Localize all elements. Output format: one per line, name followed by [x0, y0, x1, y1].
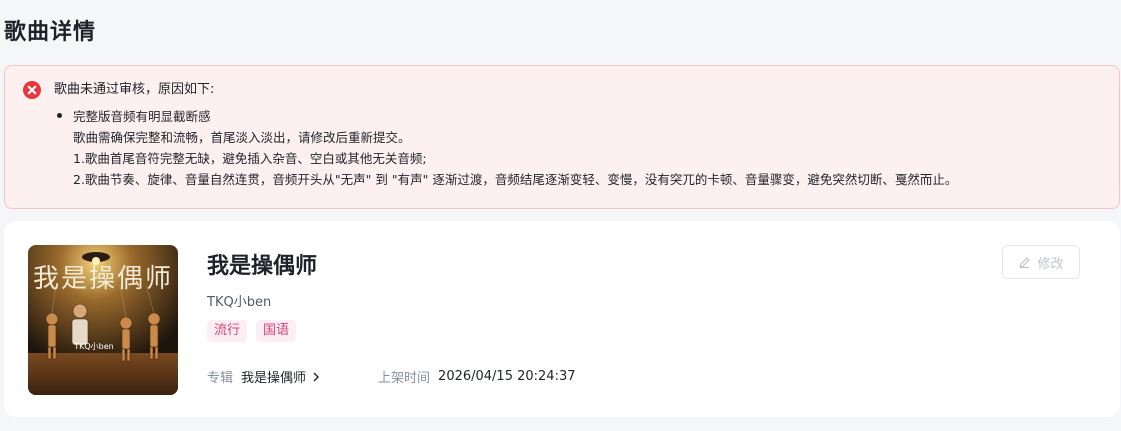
- genre-tag: 流行: [207, 320, 248, 342]
- meta-row: 专辑 我是操偶师 上架时间 2026/04/15 20:24:37: [207, 367, 576, 386]
- album-link[interactable]: 我是操偶师: [241, 367, 320, 386]
- cover-credit: TKQ小ben: [73, 342, 114, 351]
- reason-detail: 1.歌曲首尾音符完整无缺，避免插入杂音、空白或其他无关音频;: [73, 151, 427, 166]
- song-title: 我是操偶师: [207, 254, 318, 279]
- album-value: 我是操偶师: [241, 371, 307, 386]
- release-label: 上架时间: [378, 371, 431, 386]
- reason-heading: 完整版音频有明显截断感: [73, 109, 211, 124]
- reason-item: 完整版音频有明显截断感 歌曲需确保完整和流畅，首尾淡入淡出，请修改后重新提交。 …: [57, 106, 957, 190]
- album-label: 专辑: [207, 371, 234, 386]
- page-title: 歌曲详情: [4, 20, 97, 45]
- language-tag: 国语: [256, 320, 297, 342]
- chevron-right-icon: [313, 372, 320, 381]
- release-info: 上架时间 2026/04/15 20:24:37: [378, 367, 575, 386]
- pencil-icon: [1019, 257, 1030, 268]
- album-cover: 我是操偶师 TKQ小ben: [28, 245, 178, 395]
- tag-list: 流行 国语: [207, 320, 297, 342]
- alert-title: 歌曲未通过审核，原因如下:: [54, 82, 215, 97]
- error-circle-icon: [23, 81, 41, 99]
- cover-title: 我是操偶师: [33, 264, 173, 294]
- release-value: 2026/04/15 20:24:37: [438, 369, 576, 384]
- reason-detail: 2.歌曲节奏、旋律、音量自然连贯，音频开头从"无声" 到 "有声" 逐渐过渡，音…: [73, 172, 958, 187]
- reason-detail: 歌曲需确保完整和流畅，首尾淡入淡出，请修改后重新提交。: [73, 130, 411, 145]
- edit-button[interactable]: 修改: [1002, 245, 1080, 279]
- rejection-alert: 歌曲未通过审核，原因如下: 完整版音频有明显截断感 歌曲需确保完整和流畅，首尾淡…: [4, 65, 1120, 209]
- song-card: 我是操偶师 TKQ小ben 我是操偶师 TKQ小ben 流行 国语 专辑 我是操…: [4, 221, 1120, 417]
- reason-list: 完整版音频有明显截断感 歌曲需确保完整和流畅，首尾淡入淡出，请修改后重新提交。 …: [57, 106, 957, 190]
- bullet-icon: [57, 113, 62, 118]
- edit-label: 修改: [1037, 256, 1064, 272]
- artist-name[interactable]: TKQ小ben: [207, 291, 271, 310]
